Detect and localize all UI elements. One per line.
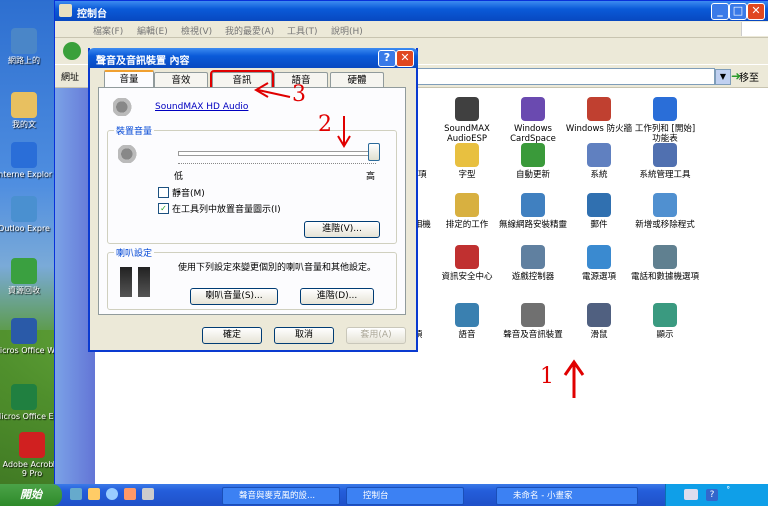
quick-launch-icon[interactable]	[106, 488, 118, 500]
quick-launch-icon[interactable]	[88, 488, 100, 500]
tray-expand-icon[interactable]: ˚	[726, 487, 734, 501]
quick-launch-icon[interactable]	[142, 488, 154, 500]
system-tray: ? ˚	[665, 484, 768, 506]
taskbar-task-control-panel[interactable]: 控制台	[346, 487, 464, 505]
keyboard-icon[interactable]	[684, 489, 698, 500]
taskbar-task-sound-mic[interactable]: 聲音與麥克風的設...	[222, 487, 340, 505]
quick-launch-bar	[70, 488, 180, 502]
taskbar-task-paint[interactable]: 未命名 - 小畫家	[496, 487, 638, 505]
annotation-number-2: 2	[318, 112, 332, 137]
start-button[interactable]: 開始	[0, 484, 62, 506]
help-tray-icon[interactable]: ?	[706, 489, 718, 501]
quick-launch-icon[interactable]	[70, 488, 82, 500]
annotation-number-1: 1	[540, 364, 554, 389]
quick-launch-icon[interactable]	[124, 488, 136, 500]
annotation-layer	[254, 82, 585, 398]
annotation-number-3: 3	[292, 82, 306, 107]
